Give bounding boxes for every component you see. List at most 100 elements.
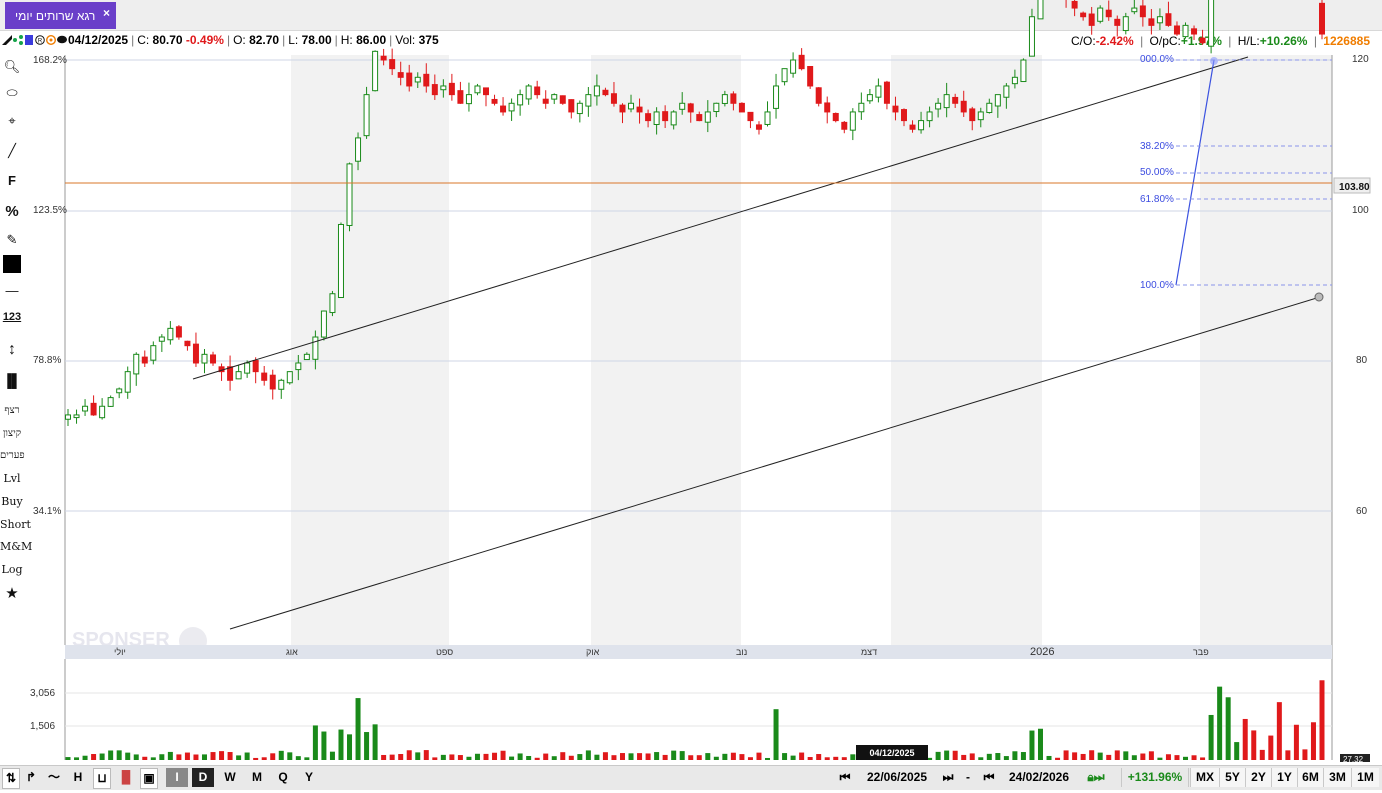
range-6m[interactable]: 6M (1297, 768, 1323, 787)
volume-bar (1200, 757, 1206, 760)
candles-icon[interactable]: ▐▌ (0, 373, 24, 388)
range-5y[interactable]: 5Y (1219, 768, 1245, 787)
candle-body (670, 111, 677, 126)
volume-bar (1276, 702, 1282, 760)
candle-body (602, 89, 609, 96)
star-icon[interactable]: ★ (0, 584, 24, 602)
end-forward-icon[interactable]: 🔒︎⏭ (1076, 768, 1116, 787)
text-tool-button[interactable]: F (0, 173, 24, 188)
eraser-icon[interactable]: ⬭ (0, 85, 24, 101)
volume-bar (423, 750, 429, 760)
period-daily[interactable]: D (192, 768, 214, 787)
period-yearly[interactable]: Y (298, 768, 320, 787)
volume-tick: 3,056 (30, 688, 55, 699)
candle-body (1165, 13, 1172, 26)
line-chart-icon[interactable]: 〜 (44, 768, 64, 787)
candle-body (210, 354, 217, 364)
candle-body (107, 397, 114, 407)
candle-body (337, 223, 344, 299)
volume-bar (756, 752, 762, 760)
save-icon[interactable]: ▣ (140, 768, 158, 789)
color-picker-icon[interactable] (3, 255, 21, 273)
search-icon[interactable]: 🔍︎ (0, 59, 24, 75)
count-tool-button[interactable]: 123 (0, 311, 24, 323)
period-quarterly[interactable]: Q (272, 768, 294, 787)
price-chart[interactable]: 168.2% 123.5% 78.8% 34.1% 120 100 80 60 … (0, 0, 1382, 765)
candle-body (960, 100, 967, 113)
range-mx[interactable]: MX (1190, 768, 1219, 787)
volume-bar (986, 753, 992, 760)
sequence-tool[interactable]: רצף (0, 405, 24, 416)
start-back-icon[interactable]: ⏮ (832, 768, 858, 787)
time-axis[interactable] (65, 645, 1332, 659)
candle-body (1097, 7, 1104, 22)
candle-body (508, 102, 515, 112)
extreme-tool[interactable]: קיצון (0, 428, 24, 439)
candle-body (926, 111, 933, 122)
candle-body (977, 111, 984, 121)
bar-chart-icon[interactable]: ⊔ (93, 768, 111, 789)
volume-bar (321, 731, 327, 760)
fib-label: 50.00% (1140, 167, 1174, 178)
start-date[interactable]: 22/06/2025 (862, 768, 932, 787)
trend-handle[interactable] (1314, 292, 1324, 302)
month-label: 2026 (1030, 646, 1054, 658)
last-price-label: 103.80 (1339, 182, 1370, 193)
candle-body (278, 379, 285, 390)
volume-bar (1174, 755, 1180, 760)
volume-bar (722, 753, 728, 760)
candle-body (909, 124, 916, 130)
hlc-chart-button[interactable]: H (68, 768, 88, 787)
volume-bar (1148, 751, 1154, 760)
line-width-icon[interactable]: — (0, 283, 24, 298)
end-back-icon[interactable]: ⏮ (976, 768, 1002, 787)
volume-bar (492, 752, 498, 760)
volume-bar (1003, 756, 1009, 760)
end-date[interactable]: 24/02/2026 (1004, 768, 1074, 787)
gaps-tool[interactable]: פערים (0, 450, 25, 461)
candle-body (457, 90, 464, 104)
volume-bar (551, 756, 557, 760)
line-icon[interactable]: ╱ (0, 143, 24, 159)
crosshair-icon[interactable]: ⌖ (0, 113, 24, 129)
candle-body (65, 414, 71, 420)
period-monthly[interactable]: M (245, 768, 269, 787)
volume-bar (125, 752, 131, 760)
vertical-line-icon[interactable]: ↕ (0, 341, 24, 359)
range-3m[interactable]: 3M (1323, 768, 1351, 787)
volume-bar (1055, 757, 1061, 760)
candle-body (892, 105, 899, 113)
candle-body (542, 98, 549, 104)
candle-body (849, 111, 856, 131)
candle-body (593, 85, 600, 97)
volume-bar (432, 757, 438, 760)
range-1m[interactable]: 1M (1351, 768, 1379, 787)
volume-bar (381, 754, 387, 760)
period-weekly[interactable]: W (218, 768, 242, 787)
volume-bar (679, 751, 685, 760)
candle-chart-icon[interactable]: ▐▌ (116, 768, 136, 787)
volume-bar (568, 755, 574, 760)
candle-body (1191, 28, 1198, 35)
drawing-toolbar: 🔍︎ ⬭ ⌖ ╱ F % ✎ — 123 ↕ ▐▌ רצף קיצון פערי… (0, 55, 32, 765)
start-forward-icon[interactable]: ⏭ (934, 768, 962, 787)
volume-bar (543, 753, 549, 760)
volume-bar (1012, 751, 1018, 760)
lvl-tool[interactable]: Lvl (0, 472, 24, 485)
right-axis-tick: 80 (1356, 355, 1368, 366)
range-1y[interactable]: 1Y (1271, 768, 1297, 787)
period-intraday[interactable]: I (166, 768, 188, 787)
candle-body (986, 102, 993, 113)
short-tool[interactable]: Short (0, 518, 31, 531)
range-2y[interactable]: 2Y (1245, 768, 1271, 787)
log-tool[interactable]: Log (0, 563, 24, 576)
crosshair-toggle-icon[interactable]: ↱ (22, 768, 40, 787)
mm-tool[interactable]: M&M (0, 540, 32, 553)
percent-tool-button[interactable]: % (0, 203, 24, 220)
edit-icon[interactable]: ✎ (0, 232, 24, 248)
candle-body (730, 93, 737, 104)
volume-bar (1080, 753, 1086, 760)
candle-body (406, 72, 413, 87)
compare-icon[interactable]: ⇅ (2, 768, 20, 789)
buy-tool[interactable]: Buy (0, 495, 24, 508)
